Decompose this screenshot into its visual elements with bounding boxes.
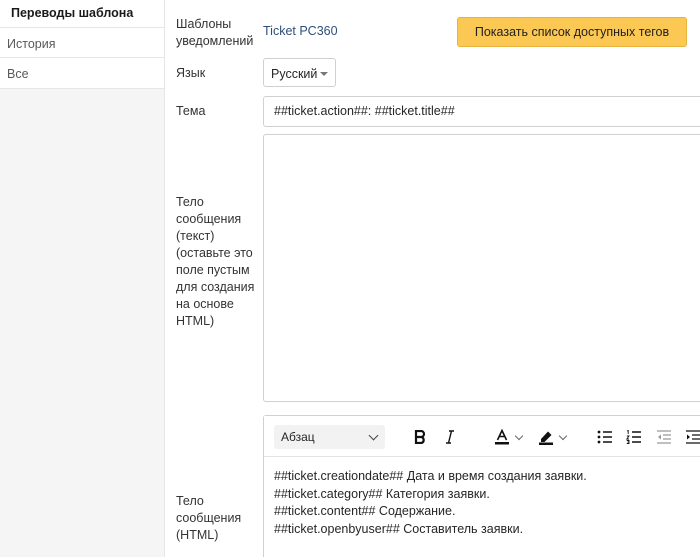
bold-button[interactable] [412, 427, 428, 447]
outdent-button[interactable] [656, 427, 672, 447]
templates-label: Шаблоны уведомлений [176, 17, 254, 48]
html-editor: Абзац ##ticket.creationdate## Дата и вре… [263, 415, 700, 557]
sidebar-title: Переводы шаблона [0, 0, 164, 27]
block-format-value: Абзац [281, 430, 315, 444]
chevron-down-icon [514, 431, 524, 440]
text-color-icon [495, 429, 509, 445]
editor-line: ##ticket.content## Содержание. [274, 504, 456, 518]
block-format-select[interactable]: Абзац [274, 425, 385, 449]
highlighter-icon [539, 431, 553, 445]
subject-input[interactable]: ##ticket.action##: ##ticket.title## [263, 96, 700, 127]
highlight-color-button[interactable] [534, 427, 570, 447]
editor-content[interactable]: ##ticket.creationdate## Дата и время соз… [274, 468, 587, 538]
subject-label: Тема [176, 104, 206, 118]
language-select[interactable]: Русский [263, 58, 336, 87]
language-label: Язык [176, 66, 206, 80]
template-link[interactable]: Ticket PC360 [263, 24, 338, 38]
indent-icon [686, 430, 700, 444]
indent-button[interactable] [685, 427, 700, 447]
sidebar: Переводы шаблона История Все [0, 0, 165, 557]
chevron-down-icon [558, 431, 568, 440]
bold-icon [414, 430, 426, 444]
show-tags-button[interactable]: Показать список доступных тегов [457, 17, 687, 47]
numbered-list-icon [626, 430, 641, 444]
editor-line: ##ticket.category## Категория заявки. [274, 486, 490, 501]
bullet-list-button[interactable] [597, 427, 613, 447]
editor-line: ##ticket.openbyuser## Составитель заявки… [274, 521, 524, 536]
numbered-list-button[interactable] [626, 427, 642, 447]
italic-icon [446, 430, 454, 444]
editor-toolbar: Абзац [264, 416, 700, 457]
language-select-value: Русский [271, 67, 318, 81]
body-html-label: Тело сообщения (HTML) [176, 494, 242, 542]
body-text-label: Тело сообщения (текст) (оставьте это пол… [176, 195, 255, 328]
italic-button[interactable] [442, 427, 458, 447]
caret-down-icon [320, 72, 328, 76]
body-text-textarea[interactable] [263, 134, 700, 402]
text-color-button[interactable] [490, 427, 526, 447]
sidebar-item-history[interactable]: История [0, 27, 164, 58]
outdent-icon [657, 430, 671, 444]
chevron-down-icon [368, 430, 379, 441]
editor-line: ##ticket.creationdate## Дата и время соз… [274, 469, 587, 483]
sidebar-item-all[interactable]: Все [0, 58, 164, 89]
bullet-list-icon [597, 430, 612, 444]
